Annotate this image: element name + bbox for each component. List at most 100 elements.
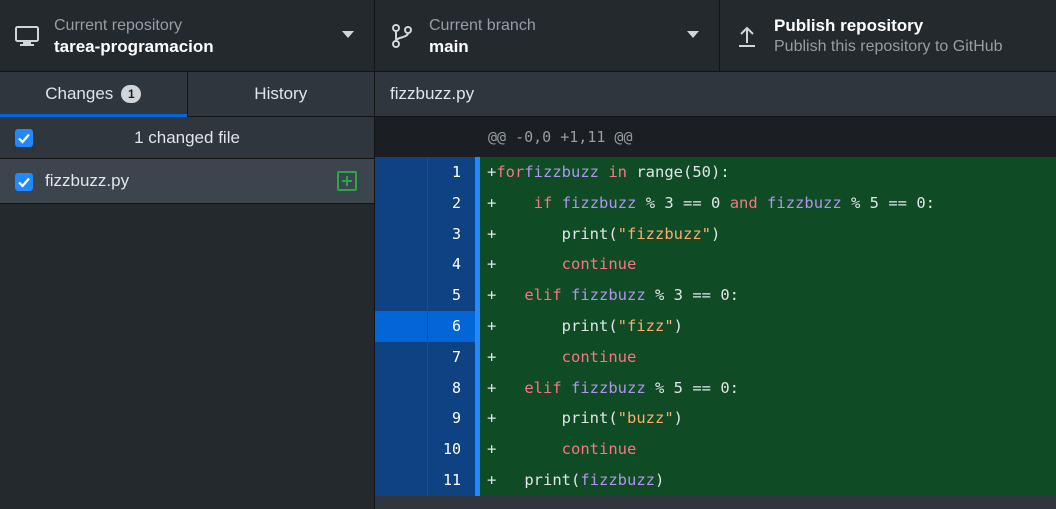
file-added-icon xyxy=(337,171,357,191)
diff-line[interactable]: 8 + elif fizzbuzz % 5 == 0: xyxy=(375,372,1056,404)
old-line-number[interactable] xyxy=(375,218,428,250)
old-line-number[interactable] xyxy=(375,280,428,311)
old-line-number[interactable] xyxy=(375,187,428,219)
old-line-number[interactable] xyxy=(375,372,428,404)
code-token: and xyxy=(729,193,758,212)
code-line: + continue xyxy=(480,249,1056,281)
diff-prefix: + xyxy=(487,440,497,459)
branch-label: Current branch xyxy=(429,17,536,34)
code-token: print( xyxy=(496,409,618,428)
diff-line[interactable]: 6 + print("fizz") xyxy=(375,310,1056,342)
code-token: continue xyxy=(561,347,637,366)
code-line: + print("fizz") xyxy=(480,310,1056,342)
old-line-number[interactable] xyxy=(375,341,428,373)
diff-line[interactable]: 5 + elif fizzbuzz % 3 == 0: xyxy=(375,280,1056,311)
code-token: fizzbuzz xyxy=(767,193,842,212)
current-branch-button[interactable]: Current branch main xyxy=(375,0,720,72)
new-line-number[interactable]: 6 xyxy=(428,310,480,342)
hunk-header: @@ -0,0 +1,11 @@ xyxy=(375,117,1056,157)
tab-changes[interactable]: Changes 1 xyxy=(0,72,187,117)
diff-prefix: + xyxy=(487,316,497,335)
code-token: fizzbuzz xyxy=(524,163,599,181)
diff-line[interactable]: 4 + continue xyxy=(375,249,1056,281)
code-token: fizzbuzz xyxy=(571,286,646,305)
new-line-number[interactable]: 8 xyxy=(428,372,480,404)
diff-line[interactable]: 11 + print(fizzbuzz) xyxy=(375,464,1056,496)
toolbar: Current repository tarea-programacion Cu… xyxy=(0,0,1056,72)
new-line-number[interactable]: 9 xyxy=(428,403,480,435)
code-token: print( xyxy=(496,316,618,335)
tab-history[interactable]: History xyxy=(186,72,375,116)
git-branch-icon xyxy=(375,23,429,49)
diff-file-name: fizzbuzz.py xyxy=(390,84,475,103)
publish-repository-button[interactable]: Publish repository Publish this reposito… xyxy=(720,0,1056,72)
tab-changes-label: Changes xyxy=(45,84,114,103)
new-line-number[interactable]: 3 xyxy=(428,218,480,250)
old-line-number[interactable] xyxy=(375,157,428,188)
diff-line[interactable]: 9 + print("buzz") xyxy=(375,403,1056,435)
select-all-checkbox[interactable] xyxy=(15,129,33,147)
diff-line[interactable]: 7 + continue xyxy=(375,341,1056,373)
code-token: % 3 == 0 xyxy=(636,193,730,212)
desktop-icon xyxy=(0,24,54,48)
changed-files-header: 1 changed file xyxy=(0,117,374,159)
code-token: % 5 == 0: xyxy=(645,378,739,397)
new-line-number[interactable]: 4 xyxy=(428,249,480,281)
old-line-number[interactable] xyxy=(375,434,428,465)
old-line-number[interactable] xyxy=(375,403,428,435)
code-token: print( xyxy=(496,224,618,243)
publish-title: Publish repository xyxy=(774,16,924,35)
diff-prefix: + xyxy=(487,224,497,243)
current-repository-button[interactable]: Current repository tarea-programacion xyxy=(0,0,375,72)
code-line: + elif fizzbuzz % 3 == 0: xyxy=(480,280,1056,311)
code-token: continue xyxy=(561,440,637,459)
new-line-number[interactable]: 5 xyxy=(428,280,480,311)
code-token: elif xyxy=(524,286,562,305)
diff-line[interactable]: 10 + continue xyxy=(375,434,1056,465)
list-item[interactable]: fizzbuzz.py xyxy=(0,159,374,204)
code-token: % 5 == 0: xyxy=(841,193,936,212)
upload-icon xyxy=(720,23,774,49)
checkmark-icon xyxy=(18,177,30,188)
code-token: "fizzbuzz" xyxy=(617,224,711,243)
chevron-down-icon xyxy=(342,31,354,38)
checkmark-icon xyxy=(18,133,30,144)
code-token: fizzbuzz xyxy=(571,378,646,397)
diff-line[interactable]: 1 +forfizzbuzz in range(50): xyxy=(375,157,1056,188)
old-line-number[interactable] xyxy=(375,464,428,496)
new-line-number[interactable]: 11 xyxy=(428,464,480,496)
new-line-number[interactable]: 1 xyxy=(428,157,480,188)
code-token: ) xyxy=(711,224,721,243)
code-token: print( xyxy=(496,470,581,489)
diff-line[interactable]: 2 + if fizzbuzz % 3 == 0 and fizzbuzz % 5… xyxy=(375,187,1056,219)
code-token: "buzz" xyxy=(617,409,674,428)
diff-prefix: + xyxy=(487,409,497,428)
diff-body: @@ -0,0 +1,11 @@ 1 +forfizzbuzz in range(… xyxy=(375,117,1056,496)
new-line-number[interactable]: 7 xyxy=(428,341,480,373)
code-token: in xyxy=(608,163,628,181)
code-token: continue xyxy=(561,255,637,274)
new-line-number[interactable]: 10 xyxy=(428,434,480,465)
diff-prefix: + xyxy=(487,193,497,212)
hunk-gutter xyxy=(375,117,480,157)
code-line: + elif fizzbuzz % 5 == 0: xyxy=(480,372,1056,404)
diff-prefix: + xyxy=(487,347,497,366)
code-token: % 3 == 0: xyxy=(645,286,739,305)
code-line: + print("fizzbuzz") xyxy=(480,218,1056,250)
file-checkbox[interactable] xyxy=(15,173,33,191)
changes-count-badge: 1 xyxy=(121,85,142,103)
diff-line[interactable]: 3 + print("fizzbuzz") xyxy=(375,218,1056,250)
new-line-number[interactable]: 2 xyxy=(428,187,480,219)
file-name: fizzbuzz.py xyxy=(45,171,130,190)
code-line: + continue xyxy=(480,434,1056,465)
old-line-number[interactable] xyxy=(375,310,428,342)
horizontal-scrollbar[interactable] xyxy=(375,496,1056,509)
old-line-number[interactable] xyxy=(375,249,428,281)
code-token: fizzbuzz xyxy=(580,470,655,489)
